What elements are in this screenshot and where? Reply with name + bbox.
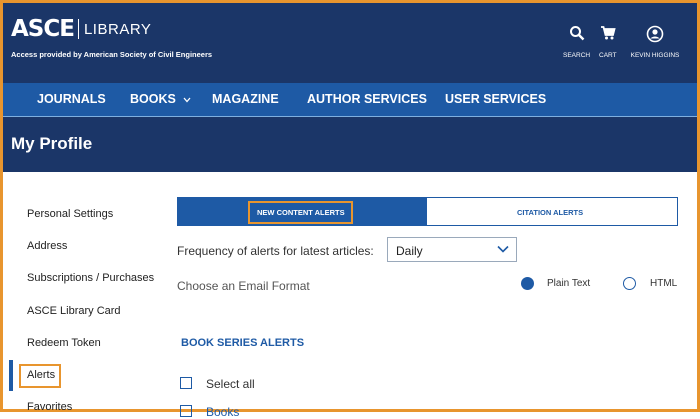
cart-icon xyxy=(600,26,616,40)
sidebar-item-library-card[interactable]: ASCE Library Card xyxy=(27,305,121,317)
tab-new-content-alerts-label: NEW CONTENT ALERTS xyxy=(257,208,345,217)
chevron-down-icon xyxy=(497,245,509,253)
logo-asce-text: ASCE xyxy=(11,16,75,42)
nav-books-label: BOOKS xyxy=(130,92,176,106)
sidebar-item-subscriptions[interactable]: Subscriptions / Purchases xyxy=(27,272,154,284)
books-checkbox[interactable] xyxy=(180,405,192,417)
nav-magazine[interactable]: MAGAZINE xyxy=(212,92,279,106)
cart-button[interactable]: CART xyxy=(599,25,617,59)
nav-journals[interactable]: JOURNALS xyxy=(37,92,106,106)
frequency-label: Frequency of alerts for latest articles: xyxy=(177,244,374,258)
sidebar-item-favorites[interactable]: Favorites xyxy=(27,401,72,413)
account-button[interactable]: KEVIN HIGGINS xyxy=(627,25,683,59)
page-title: My Profile xyxy=(11,134,93,153)
site-header: ASCE LIBRARY Access provided by American… xyxy=(3,3,697,83)
chevron-down-icon xyxy=(183,97,191,103)
access-provided-text: Access provided by American Society of C… xyxy=(11,50,213,59)
logo-divider xyxy=(77,19,79,39)
asce-library-logo[interactable]: ASCE LIBRARY xyxy=(11,16,151,42)
nav-author-services[interactable]: AUTHOR SERVICES xyxy=(307,92,427,106)
select-all-label: Select all xyxy=(206,377,255,391)
tab-new-content-alerts[interactable]: NEW CONTENT ALERTS xyxy=(178,198,427,225)
frequency-select[interactable]: Daily xyxy=(387,237,517,262)
frequency-select-value: Daily xyxy=(396,244,423,258)
user-account-icon xyxy=(646,25,664,43)
book-series-alerts-heading: BOOK SERIES ALERTS xyxy=(181,337,305,349)
sidebar-item-redeem-token[interactable]: Redeem Token xyxy=(27,337,101,349)
sidebar-item-alerts[interactable]: Alerts xyxy=(27,369,55,381)
search-label: SEARCH xyxy=(563,52,591,59)
nav-user-services[interactable]: USER SERVICES xyxy=(445,92,546,106)
alert-tabs: NEW CONTENT ALERTS CITATION ALERTS xyxy=(177,197,678,226)
search-icon xyxy=(569,26,584,41)
select-all-checkbox[interactable] xyxy=(180,377,192,389)
tab-citation-alerts[interactable]: CITATION ALERTS xyxy=(517,208,583,217)
sidebar-active-indicator xyxy=(9,360,13,391)
logo-library-text: LIBRARY xyxy=(83,20,152,38)
main-nav: JOURNALS BOOKS MAGAZINE AUTHOR SERVICES … xyxy=(3,83,697,117)
html-label: HTML xyxy=(650,278,678,289)
plain-text-label: Plain Text xyxy=(547,278,591,289)
nav-books[interactable]: BOOKS xyxy=(130,92,191,106)
email-format-label: Choose an Email Format xyxy=(177,279,310,293)
sidebar-item-address[interactable]: Address xyxy=(27,240,67,252)
search-button[interactable]: SEARCH xyxy=(563,25,590,59)
html-radio[interactable] xyxy=(623,277,636,290)
profile-banner: My Profile xyxy=(3,117,697,172)
plain-text-radio[interactable] xyxy=(521,277,534,290)
books-label[interactable]: Books xyxy=(206,405,239,419)
sidebar-item-personal-settings[interactable]: Personal Settings xyxy=(27,208,113,220)
cart-label: CART xyxy=(599,52,617,59)
user-name-label: KEVIN HIGGINS xyxy=(630,52,680,59)
